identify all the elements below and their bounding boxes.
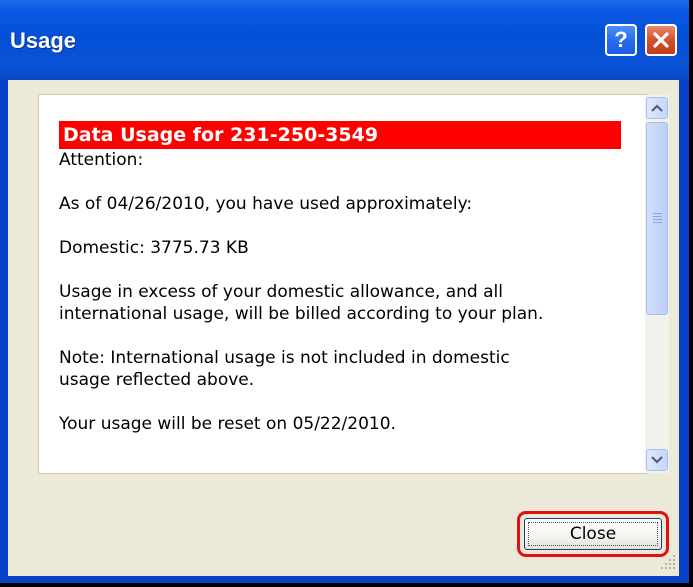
excess-text-line-1: Usage in excess of your domestic allowan… [59,282,503,302]
title-bar[interactable]: Usage ? [0,0,689,80]
resize-grip-icon[interactable] [658,552,678,572]
scroll-thumb[interactable] [646,122,668,315]
chevron-up-icon [651,104,663,112]
scroll-down-button[interactable] [646,449,668,471]
attention-label: Attention: [59,150,144,170]
chevron-down-icon [651,456,663,464]
note-text-line-2: usage reflected above. [59,370,255,390]
excess-text-line-2: international usage, will be billed acco… [59,304,544,324]
usage-text-panel[interactable]: Data Usage for 231-250-3549 Attention: A… [38,94,669,474]
scroll-up-button[interactable] [646,97,668,119]
usage-message: Data Usage for 231-250-3549 Attention: A… [59,121,621,435]
help-icon: ? [614,27,628,52]
close-button[interactable]: Close [524,518,662,550]
as-of-text: As of 04/26/2010, you have used approxim… [59,194,473,214]
domestic-usage: Domestic: 3775.73 KB [59,238,249,258]
grip-lines-icon [653,213,662,225]
usage-header: Data Usage for 231-250-3549 [59,121,621,149]
title-close-button[interactable] [645,24,677,56]
close-button-highlight: Close [517,511,669,557]
dialog-body: Data Usage for 231-250-3549 Attention: A… [8,80,679,576]
close-icon [653,32,669,48]
window-title: Usage [10,28,77,53]
help-button[interactable]: ? [605,24,637,56]
vertical-scrollbar[interactable] [645,95,669,473]
note-text-line-1: Note: International usage is not include… [59,348,510,368]
reset-date-text: Your usage will be reset on 05/22/2010. [59,414,396,434]
usage-dialog: Usage ? Data Usage for 231-250-3549 Atte… [0,0,693,587]
